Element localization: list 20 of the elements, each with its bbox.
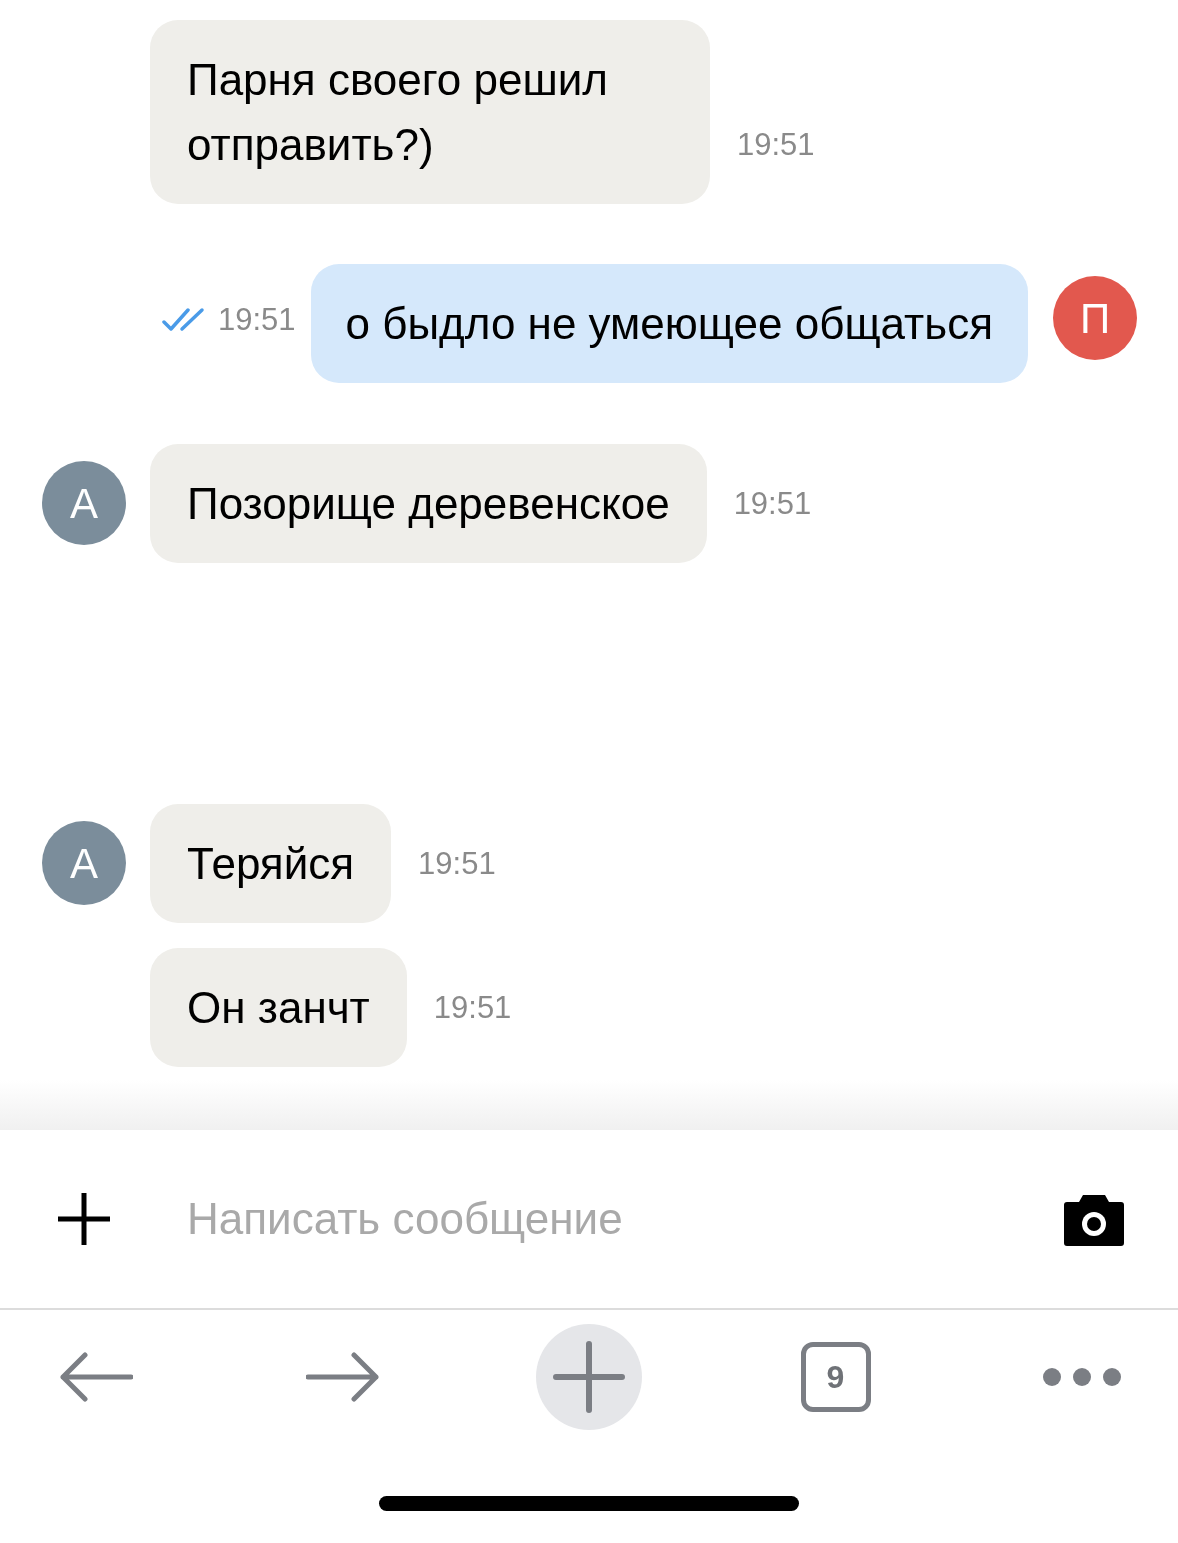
message-time: 19:51 <box>737 126 815 162</box>
forward-arrow-icon[interactable] <box>305 1352 380 1402</box>
plus-icon[interactable] <box>56 1191 112 1247</box>
tabs-button[interactable]: 9 <box>800 1342 871 1412</box>
message-time: 19:51 <box>433 989 512 1025</box>
message-time: 19:51 <box>733 485 812 521</box>
avatar: А <box>42 821 126 905</box>
message-bubble: Теряйся <box>150 804 392 923</box>
message-bubble: Он занчт <box>150 948 407 1067</box>
plus-icon <box>553 1341 625 1413</box>
avatar: П <box>1053 276 1137 360</box>
back-arrow-icon[interactable] <box>59 1352 133 1402</box>
message-bubble: о быдло не умеющее общаться <box>310 264 1028 383</box>
message-input[interactable]: Написать сообщение <box>187 1186 1063 1252</box>
message-bubble: Парня своего решил отправить?) <box>150 20 710 204</box>
avatar: А <box>42 461 126 545</box>
more-icon[interactable] <box>1042 1367 1122 1387</box>
message-time: 19:51 <box>418 845 496 881</box>
message-bubble: Позорище деревенское <box>150 444 707 563</box>
message-time: 19:51 <box>218 300 296 339</box>
